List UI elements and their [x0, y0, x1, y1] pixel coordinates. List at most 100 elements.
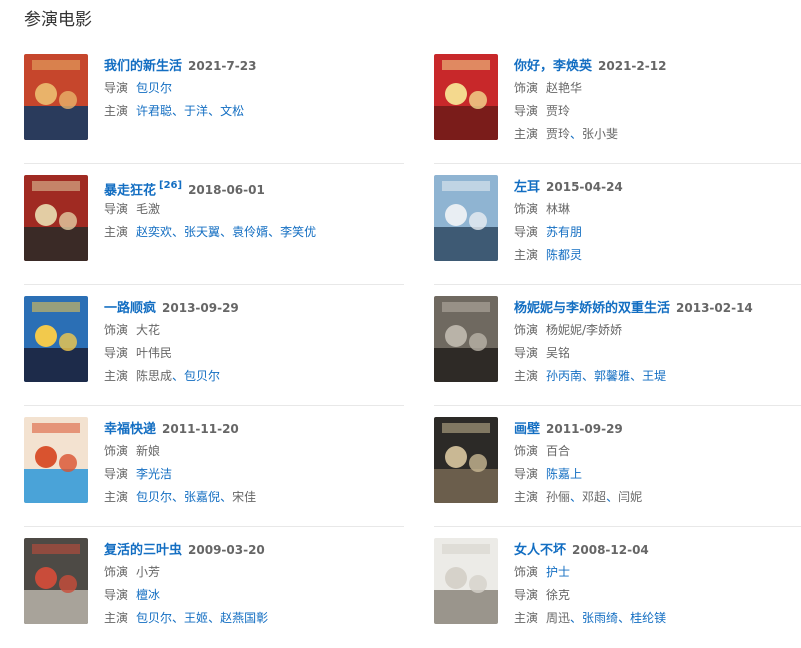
- person-link[interactable]: 赵奕欢: [136, 225, 172, 239]
- credit-label: 导演: [104, 467, 129, 481]
- person-link[interactable]: 陈嘉上: [546, 467, 582, 481]
- film-title-link[interactable]: 暴走狂花: [104, 183, 156, 198]
- credit-row: 导演 叶伟民: [104, 342, 404, 364]
- separator: 、: [172, 490, 185, 504]
- person-link[interactable]: 包贝尔: [136, 611, 172, 625]
- credit-label: 主演: [104, 369, 129, 383]
- citation-link[interactable]: [26]: [159, 180, 182, 191]
- credit-row: 导演 毛激: [104, 198, 404, 220]
- credit-row: 主演 赵奕欢、张天翼、袁伶婿、李笑优: [104, 221, 404, 243]
- film-info: 幸福快递 2011-11-20 饰演 新娘 导演 李光洁 主演 包贝尔、张嘉倪、宋佳: [104, 417, 404, 508]
- credit-row: 饰演 大花: [104, 319, 404, 341]
- person-link[interactable]: 于洋: [184, 104, 208, 118]
- film-title-link[interactable]: 复活的三叶虫: [104, 543, 182, 558]
- film-title-link[interactable]: 一路顺疯: [104, 301, 156, 316]
- person-link[interactable]: 李光洁: [136, 467, 172, 481]
- film-title-line: 暴走狂花 [26] 2018-06-01: [104, 175, 404, 198]
- credit-row: 饰演 护士: [514, 561, 801, 583]
- movie-poster[interactable]: [24, 296, 88, 382]
- movie-poster[interactable]: [434, 417, 498, 503]
- film-title-link[interactable]: 画壁: [514, 422, 540, 437]
- separator: 、: [172, 611, 185, 625]
- person-link[interactable]: 包贝尔: [136, 490, 172, 504]
- person-name: 周迅: [546, 611, 571, 625]
- credit-row: 主演 孙俪、邓超、闫妮: [514, 486, 801, 508]
- person-link[interactable]: 包贝尔: [184, 369, 220, 383]
- person-link[interactable]: 陈都灵: [546, 248, 582, 262]
- movie-poster[interactable]: [24, 538, 88, 624]
- film-title-link[interactable]: 杨妮妮与李娇娇的双重生活: [514, 301, 670, 316]
- person-name: 新娘: [136, 444, 161, 458]
- credit-label: 导演: [514, 467, 539, 481]
- film-card: 左耳 2015-04-24 饰演 林琳 导演 苏有朋 主演 陈都灵: [434, 175, 801, 285]
- separator: 、: [208, 611, 221, 625]
- separator: 、: [606, 490, 619, 504]
- credit-row: 导演 贾玲: [514, 100, 801, 122]
- person-link[interactable]: 包贝尔: [136, 81, 172, 95]
- separator: 、: [220, 225, 233, 239]
- credit-label: 饰演: [514, 565, 539, 579]
- film-card: 我们的新生活 2021-7-23 导演 包贝尔 主演 许君聪、于洋、文松: [24, 54, 404, 164]
- separator: 、: [570, 127, 583, 141]
- credit-label: 饰演: [104, 444, 129, 458]
- film-title-link[interactable]: 左耳: [514, 180, 540, 195]
- movie-poster[interactable]: [24, 417, 88, 503]
- film-title-link[interactable]: 幸福快递: [104, 422, 156, 437]
- person-name: 林琳: [546, 202, 571, 216]
- release-date: 2021-7-23: [188, 59, 257, 73]
- credit-label: 主演: [104, 225, 129, 239]
- movie-poster[interactable]: [24, 54, 88, 140]
- person-name: 张小斐: [582, 127, 619, 141]
- person-name: 百合: [546, 444, 571, 458]
- movie-poster[interactable]: [434, 296, 498, 382]
- person-link[interactable]: 袁伶婿: [232, 225, 268, 239]
- credit-label: 导演: [514, 588, 539, 602]
- film-title-link[interactable]: 我们的新生活: [104, 59, 182, 74]
- release-date: 2013-09-29: [162, 301, 239, 315]
- person-link[interactable]: 王姬: [184, 611, 208, 625]
- credit-row: 导演 檀冰: [104, 584, 404, 606]
- person-name: 毛激: [136, 202, 161, 216]
- credit-row: 主演 包贝尔、王姬、赵燕国彰: [104, 607, 404, 629]
- credit-label: 饰演: [514, 202, 539, 216]
- person-link[interactable]: 苏有朋: [546, 225, 582, 239]
- person-link[interactable]: 王堤: [642, 369, 666, 383]
- release-date: 2011-09-29: [546, 422, 623, 436]
- movie-poster[interactable]: [434, 54, 498, 140]
- credit-label: 主演: [104, 490, 129, 504]
- film-title-line: 复活的三叶虫 2009-03-20: [104, 538, 404, 560]
- credit-label: 主演: [514, 127, 539, 141]
- person-link[interactable]: 许君聪: [136, 104, 172, 118]
- person-link[interactable]: 张雨绮: [582, 611, 618, 625]
- person-name: 叶伟民: [136, 346, 173, 360]
- person-link[interactable]: 护士: [546, 565, 570, 579]
- film-grid: 我们的新生活 2021-7-23 导演 包贝尔 主演 许君聪、于洋、文松 你好，李焕英 202…: [0, 0, 801, 641]
- credit-label: 导演: [514, 104, 539, 118]
- person-link[interactable]: 文松: [220, 104, 244, 118]
- film-title-link[interactable]: 女人不坏: [514, 543, 566, 558]
- credit-label: 主演: [514, 611, 539, 625]
- person-link[interactable]: 赵燕国彰: [220, 611, 268, 625]
- person-link[interactable]: 郭馨雅: [594, 369, 630, 383]
- movie-poster[interactable]: [434, 538, 498, 624]
- credit-label: 导演: [104, 81, 129, 95]
- person-link[interactable]: 桂纶镁: [630, 611, 666, 625]
- film-card: 复活的三叶虫 2009-03-20 饰演 小芳 导演 檀冰 主演 包贝尔、王姬、赵燕国彰: [24, 538, 404, 648]
- film-info: 暴走狂花 [26] 2018-06-01 导演 毛激 主演 赵奕欢、张天翼、袁伶婿、李笑优: [104, 175, 404, 243]
- person-link[interactable]: 张嘉倪: [184, 490, 220, 504]
- credit-row: 主演 贾玲、张小斐: [514, 123, 801, 145]
- credit-row: 导演 陈嘉上: [514, 463, 801, 485]
- film-title-link[interactable]: 你好，李焕英: [514, 59, 592, 74]
- credit-label: 主演: [514, 248, 539, 262]
- film-info: 我们的新生活 2021-7-23 导演 包贝尔 主演 许君聪、于洋、文松: [104, 54, 404, 122]
- credit-label: 导演: [514, 225, 539, 239]
- person-link[interactable]: 孙丙南: [546, 369, 582, 383]
- person-link[interactable]: 李笑优: [280, 225, 316, 239]
- movie-poster[interactable]: [434, 175, 498, 261]
- movie-poster[interactable]: [24, 175, 88, 261]
- person-link[interactable]: 张天翼: [184, 225, 220, 239]
- credit-row: 导演 吴铭: [514, 342, 801, 364]
- person-link[interactable]: 檀冰: [136, 588, 160, 602]
- credit-label: 饰演: [514, 444, 539, 458]
- film-title-line: 幸福快递 2011-11-20: [104, 417, 404, 439]
